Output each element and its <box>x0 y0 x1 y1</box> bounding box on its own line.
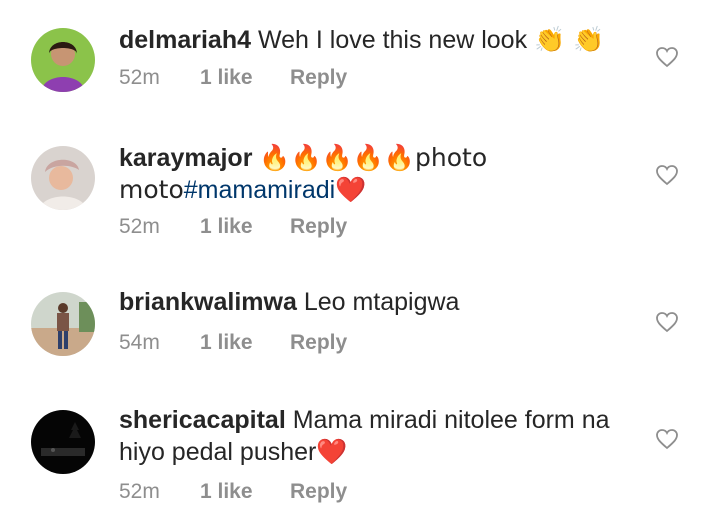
comment-likes[interactable]: 1 like <box>200 480 290 504</box>
comment-time: 54m <box>119 331 160 354</box>
comment-likes[interactable]: 1 like <box>200 331 290 355</box>
reply-button[interactable]: Reply <box>290 480 347 504</box>
avatar[interactable] <box>31 146 95 210</box>
comment-username[interactable]: karaymajor <box>119 144 252 172</box>
comment-meta: 54m 1 like Reply <box>119 331 347 355</box>
like-heart-icon[interactable] <box>655 45 679 69</box>
comment-meta: 52m 1 like Reply <box>119 480 347 504</box>
reply-button[interactable]: Reply <box>290 331 347 355</box>
comment-text: karaymajor 🔥🔥🔥🔥🔥photo moto#mamamiradi❤️ <box>119 142 639 206</box>
avatar-woman-purple-icon <box>31 28 95 92</box>
comment-username[interactable]: delmariah4 <box>119 26 251 54</box>
comment-text: briankwalimwa Leo mtapigwa <box>119 287 639 318</box>
comment-likes[interactable]: 1 like <box>200 66 290 90</box>
avatar[interactable] <box>31 28 95 92</box>
like-heart-icon[interactable] <box>655 163 679 187</box>
comment-meta: 52m 1 like Reply <box>119 215 347 239</box>
clap-emoji: 👏 👏 <box>534 25 605 54</box>
like-heart-icon[interactable] <box>655 310 679 334</box>
reply-button[interactable]: Reply <box>290 66 347 90</box>
avatar-night-scene-icon <box>31 410 95 474</box>
comment-text: sherica​capital Mama miradi nitolee form… <box>119 405 639 468</box>
like-heart-icon[interactable] <box>655 427 679 451</box>
heart-emoji: ❤️ <box>316 437 348 466</box>
avatar-man-road-icon <box>31 292 95 356</box>
hashtag-link[interactable]: #mamamiradi <box>184 176 335 204</box>
comment-message: Weh I love this new look <box>257 26 528 54</box>
reply-button[interactable]: Reply <box>290 215 347 239</box>
comment-time: 52m <box>119 215 160 238</box>
comment-message: Leo mtapigwa <box>303 288 460 316</box>
comment-time: 52m <box>119 66 160 89</box>
comment-likes[interactable]: 1 like <box>200 215 290 239</box>
avatar-woman-headwrap-icon <box>31 146 95 210</box>
avatar[interactable] <box>31 410 95 474</box>
heart-emoji: ❤️ <box>335 175 367 204</box>
comment-meta: 52m 1 like Reply <box>119 66 347 90</box>
comment-time: 52m <box>119 480 160 503</box>
comment-text: delmariah4 Weh I love this new look 👏 👏 <box>119 24 639 56</box>
comment-username[interactable]: briankwalimwa <box>119 288 297 316</box>
comment-username[interactable]: sherica​capital <box>119 406 286 434</box>
avatar[interactable] <box>31 292 95 356</box>
